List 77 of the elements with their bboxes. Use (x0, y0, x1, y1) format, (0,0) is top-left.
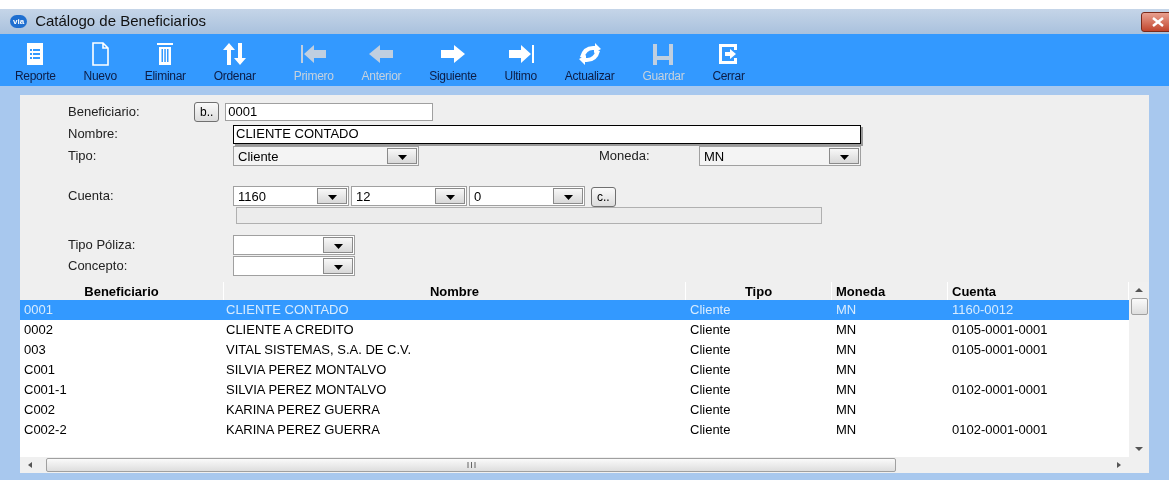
table-cell-text: KARINA PEREZ GUERRA (225, 421, 381, 440)
caret-icon (839, 155, 849, 160)
name-field[interactable]: CLIENTE CONTADO (233, 124, 861, 144)
field-label: Moneda: (599, 147, 651, 166)
dropdown-field[interactable]: 12 (351, 186, 467, 206)
toolbar-button[interactable]: Reporte (10, 40, 61, 82)
window-title: Catálogo de Beneficiarios (35, 11, 208, 32)
table-cell-text: C002 (23, 401, 57, 420)
toolbar-button[interactable]: Ultimo (499, 40, 542, 82)
table-cell-text: C001-1 (23, 381, 68, 400)
toolbar-button[interactable]: Nuevo (78, 40, 122, 82)
table-cell-text: SILVIA PEREZ MONTALVO (225, 381, 388, 400)
table-cell-text: MN (835, 341, 858, 360)
lookup-button[interactable]: c.. (591, 187, 616, 207)
toolbar-button[interactable]: Eliminar (139, 40, 191, 82)
dropdown-field[interactable]: 0 (469, 186, 585, 206)
table-cell-text: C001 (23, 361, 57, 380)
caret-icon (333, 243, 343, 249)
dropdown-field[interactable]: Cliente (233, 146, 419, 166)
table-cell-text: Cliente (689, 361, 732, 380)
beneficiary-field[interactable]: 0001 (225, 103, 434, 121)
app-badge: via (10, 15, 28, 28)
table-cell-text: SILVIA PEREZ MONTALVO (225, 361, 388, 380)
horizontal-scrollbar[interactable] (20, 457, 1130, 473)
field-label: Tipo Póliza: (68, 235, 137, 254)
scrollbar-thumb[interactable] (1130, 298, 1148, 315)
table-cell-text: 0002 (23, 321, 54, 340)
table-cell-text: CLIENTE CONTADO (225, 301, 350, 320)
grip-icon (466, 462, 476, 468)
field-label: Cuenta: (68, 187, 115, 206)
scroll-right-icon (1117, 462, 1122, 468)
close-icon (1152, 16, 1164, 27)
table-cell-text: Cliente (689, 401, 732, 420)
table-cell-text: MN (835, 321, 858, 340)
caret-icon (397, 155, 407, 160)
table-cell-text: Cliente (689, 301, 732, 320)
table-cell-text: 0105-0001-0001 (951, 341, 1049, 360)
table-cell-text: 0001 (23, 301, 54, 320)
field-label: Nombre: (68, 125, 119, 144)
table-cell-text: MN (835, 361, 858, 380)
table-cell-text: 0102-0001-0001 (951, 381, 1049, 400)
table-cell-text: Cliente (689, 321, 732, 340)
table-cell-text: Cliente (689, 381, 732, 400)
toolbar-button[interactable]: Siguiente (424, 40, 482, 82)
dropdown-field[interactable]: MN (699, 146, 861, 166)
caret-icon (445, 195, 455, 200)
table-cell-text: MN (835, 301, 858, 320)
table-cell-text: CLIENTE A CREDITO (225, 321, 355, 340)
lookup-button[interactable]: b.. (194, 102, 220, 122)
table-cell-text: Cliente (689, 421, 732, 440)
table-cell-text: MN (835, 401, 858, 420)
field-label: Tipo: (68, 147, 98, 166)
table-cell-text: MN (835, 421, 858, 440)
scrollbar-thumb[interactable] (46, 458, 896, 472)
table-cell-text: KARINA PEREZ GUERRA (225, 401, 381, 420)
dropdown-field[interactable]: 1160 (233, 186, 349, 206)
dropdown-field[interactable] (233, 234, 355, 255)
vertical-scrollbar[interactable] (1129, 282, 1149, 473)
table-cell-text: 0102-0001-0001 (951, 421, 1049, 440)
toolbar-button[interactable]: Cerrar (707, 40, 750, 82)
table-cell-text: Cliente (689, 341, 732, 360)
table-cell-text: 0105-0001-0001 (951, 321, 1049, 340)
scroll-left-icon (28, 462, 32, 468)
caret-icon (333, 264, 343, 270)
caret-icon (327, 195, 337, 200)
toolbar-button[interactable]: Ordenar (208, 40, 261, 82)
toolbar-button[interactable]: Actualizar (559, 40, 620, 82)
dropdown-field[interactable] (233, 255, 355, 276)
table-cell-text: C002-2 (23, 421, 68, 440)
field-label: Concepto: (68, 256, 129, 275)
table-cell-text: VITAL SISTEMAS, S.A. DE C.V. (225, 341, 413, 360)
table-cell-text: MN (835, 381, 858, 400)
close-button[interactable] (1141, 11, 1169, 32)
field-label: Beneficiario: (68, 103, 141, 122)
caret-icon (563, 195, 573, 200)
table-cell-text: 1160-0012 (951, 301, 1015, 320)
table-cell-text: 003 (23, 341, 47, 360)
